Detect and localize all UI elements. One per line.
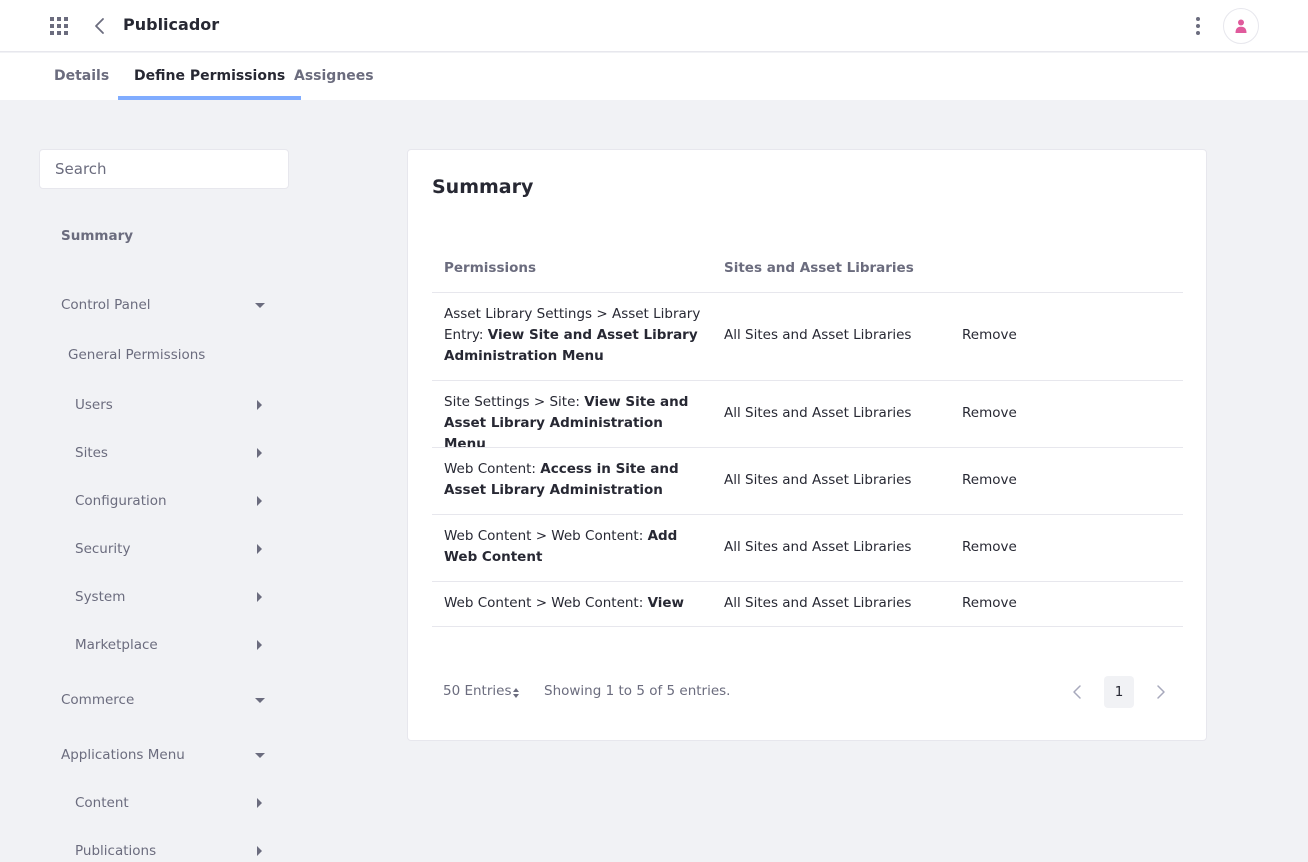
divider <box>432 447 1183 448</box>
remove-button[interactable]: Remove <box>962 595 1017 611</box>
kebab-vertical-icon[interactable] <box>1188 14 1208 38</box>
remove-button[interactable]: Remove <box>962 472 1017 488</box>
caret-right-icon[interactable] <box>257 640 262 650</box>
scope-cell: All Sites and Asset Libraries <box>724 405 912 421</box>
scope-cell: All Sites and Asset Libraries <box>724 327 912 343</box>
permission-cell: Web Content > Web Content: Add Web Conte… <box>444 528 678 565</box>
permission-cell: Asset Library Settings > Asset Library E… <box>444 306 701 364</box>
tab-bar: Details Define Permissions Assignees <box>0 53 1308 100</box>
apps-grid-icon[interactable] <box>50 17 68 35</box>
avatar[interactable] <box>1223 8 1259 44</box>
card-title: Summary <box>432 176 534 198</box>
user-icon <box>1235 19 1247 33</box>
page-button-current[interactable]: 1 <box>1104 676 1134 708</box>
remove-button[interactable]: Remove <box>962 405 1017 421</box>
permission-cell: Site Settings > Site: View Site and Asse… <box>444 394 689 452</box>
caret-right-icon[interactable] <box>257 544 262 554</box>
caret-right-icon[interactable] <box>257 798 262 808</box>
caret-right-icon[interactable] <box>257 448 262 458</box>
chevron-right-icon[interactable] <box>1150 682 1170 702</box>
summary-card: Summary Permissions Sites and Asset Libr… <box>407 149 1207 741</box>
nav-security[interactable]: Security <box>75 541 130 557</box>
divider <box>432 514 1183 515</box>
permission-cell: Web Content: Access in Site and Asset Li… <box>444 461 679 498</box>
nav-control-panel[interactable]: Control Panel <box>61 297 151 313</box>
top-navigation-bar: Publicador <box>0 0 1308 52</box>
column-header-permissions: Permissions <box>444 260 537 276</box>
chevron-left-icon[interactable] <box>1068 682 1088 702</box>
caret-right-icon[interactable] <box>257 496 262 506</box>
caret-right-icon[interactable] <box>257 400 262 410</box>
tab-assignees[interactable]: Assignees <box>278 53 390 100</box>
scope-cell: All Sites and Asset Libraries <box>724 595 912 611</box>
nav-applications-menu[interactable]: Applications Menu <box>61 747 185 763</box>
caret-down-icon[interactable] <box>255 303 265 308</box>
nav-commerce[interactable]: Commerce <box>61 692 134 708</box>
nav-publications[interactable]: Publications <box>75 843 156 859</box>
nav-system[interactable]: System <box>75 589 125 605</box>
page-title: Publicador <box>123 15 220 34</box>
divider <box>432 626 1183 627</box>
caret-right-icon[interactable] <box>257 592 262 602</box>
entries-per-page-select[interactable]: 50 Entries <box>443 683 512 699</box>
remove-button[interactable]: Remove <box>962 327 1017 343</box>
remove-button[interactable]: Remove <box>962 539 1017 555</box>
divider <box>432 581 1183 582</box>
nav-users[interactable]: Users <box>75 397 113 413</box>
permission-cell: Web Content > Web Content: View <box>444 595 685 611</box>
nav-content[interactable]: Content <box>75 795 129 811</box>
divider <box>432 292 1183 293</box>
divider <box>432 380 1183 381</box>
tab-details[interactable]: Details <box>38 53 125 100</box>
scope-cell: All Sites and Asset Libraries <box>724 472 912 488</box>
nav-summary[interactable]: Summary <box>61 228 133 244</box>
scope-cell: All Sites and Asset Libraries <box>724 539 912 555</box>
tab-define-permissions[interactable]: Define Permissions <box>118 53 302 100</box>
sort-caret-icon[interactable] <box>512 687 520 699</box>
pagination-status: Showing 1 to 5 of 5 entries. <box>544 683 731 699</box>
nav-configuration[interactable]: Configuration <box>75 493 167 509</box>
nav-general-permissions[interactable]: General Permissions <box>68 347 205 363</box>
chevron-left-icon[interactable] <box>90 16 110 36</box>
caret-down-icon[interactable] <box>255 698 265 703</box>
column-header-sites: Sites and Asset Libraries <box>724 260 914 276</box>
caret-right-icon[interactable] <box>257 846 262 856</box>
search-input[interactable] <box>39 149 289 189</box>
nav-marketplace[interactable]: Marketplace <box>75 637 158 653</box>
nav-sites[interactable]: Sites <box>75 445 108 461</box>
caret-down-icon[interactable] <box>255 753 265 758</box>
